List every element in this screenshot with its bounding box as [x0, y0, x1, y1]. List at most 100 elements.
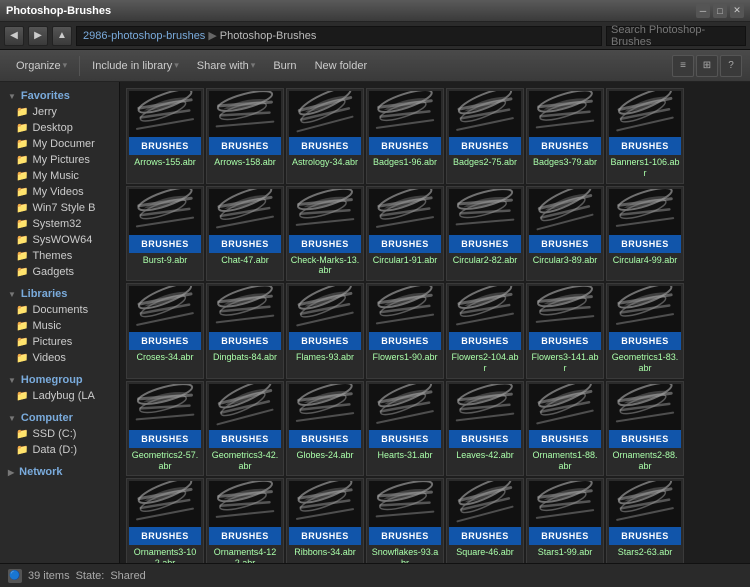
- address-path[interactable]: 2986-photoshop-brushes ▶ Photoshop-Brush…: [76, 26, 602, 46]
- file-item[interactable]: BRUSHES Burst-9.abr: [126, 186, 204, 282]
- file-item[interactable]: BRUSHES Dingbats-84.abr: [206, 283, 284, 379]
- share-chevron: ▾: [251, 60, 256, 71]
- libraries-expand-icon: ▼: [8, 290, 16, 299]
- help-btn[interactable]: ?: [720, 55, 742, 77]
- file-thumbnail: BRUSHES: [129, 91, 201, 155]
- sidebar-item-videos[interactable]: 📁Videos: [0, 350, 119, 366]
- thumb-image: [529, 481, 601, 527]
- file-item[interactable]: BRUSHES Snowflakes-93.abr: [366, 478, 444, 563]
- file-item[interactable]: BRUSHES Leaves-42.abr: [446, 381, 524, 477]
- file-item[interactable]: BRUSHES Circular4-99.abr: [606, 186, 684, 282]
- view-btn-2[interactable]: ⊞: [696, 55, 718, 77]
- file-item[interactable]: BRUSHES Square-46.abr: [446, 478, 524, 563]
- file-thumbnail: BRUSHES: [529, 189, 601, 253]
- organize-button[interactable]: Organize ▾: [8, 57, 75, 75]
- title-bar: Photoshop-Brushes ─ □ ✕: [0, 0, 750, 22]
- sidebar-item-desktop[interactable]: 📁Desktop: [0, 120, 119, 136]
- share-with-button[interactable]: Share with ▾: [189, 57, 264, 75]
- folder-icon: 📁: [16, 187, 28, 198]
- sidebar-item-my-videos[interactable]: 📁My Videos: [0, 184, 119, 200]
- file-item[interactable]: BRUSHES Circular2-82.abr: [446, 186, 524, 282]
- sidebar-item-music[interactable]: 📁Music: [0, 318, 119, 334]
- brush-preview-svg: [449, 286, 521, 332]
- new-folder-button[interactable]: New folder: [307, 57, 376, 75]
- sidebar-item-themes[interactable]: 📁Themes: [0, 248, 119, 264]
- favorites-expand-icon: ▼: [8, 92, 16, 101]
- sidebar-item-syswow64[interactable]: 📁SysWOW64: [0, 232, 119, 248]
- folder-icon: 📁: [16, 123, 28, 134]
- file-name: Ornaments4-122.abr: [209, 545, 281, 563]
- file-item[interactable]: BRUSHES Hearts-31.abr: [366, 381, 444, 477]
- thumb-label: BRUSHES: [129, 332, 201, 350]
- file-item[interactable]: BRUSHES Badges1-96.abr: [366, 88, 444, 184]
- file-item[interactable]: BRUSHES Flames-93.abr: [286, 283, 364, 379]
- file-item[interactable]: BRUSHES Arrows-158.abr: [206, 88, 284, 184]
- file-item[interactable]: BRUSHES Banners1-106.abr: [606, 88, 684, 184]
- brush-preview-svg: [129, 286, 201, 332]
- thumb-label: BRUSHES: [369, 235, 441, 253]
- item-count: 39 items: [28, 570, 70, 582]
- sidebar-item-jerry[interactable]: 📁Jerry: [0, 104, 119, 120]
- thumb-image: [289, 481, 361, 527]
- thumb-image: [449, 384, 521, 430]
- up-button[interactable]: ▲: [52, 26, 72, 46]
- file-item[interactable]: BRUSHES Flowers3-141.abr: [526, 283, 604, 379]
- file-item[interactable]: BRUSHES Ornaments4-122.abr: [206, 478, 284, 563]
- sidebar-item-my-documer[interactable]: 📁My Documer: [0, 136, 119, 152]
- thumb-image: [449, 189, 521, 235]
- file-name: Arrows-158.abr: [213, 155, 277, 170]
- sidebar-item-system32[interactable]: 📁System32: [0, 216, 119, 232]
- thumb-image: [529, 91, 601, 137]
- file-item[interactable]: BRUSHES Badges3-79.abr: [526, 88, 604, 184]
- file-item[interactable]: BRUSHES Stars1-99.abr: [526, 478, 604, 563]
- file-item[interactable]: BRUSHES Circular1-91.abr: [366, 186, 444, 282]
- file-item[interactable]: BRUSHES Flowers1-90.abr: [366, 283, 444, 379]
- thumb-image: [209, 481, 281, 527]
- sidebar-item-ladybug--la[interactable]: 📁Ladybug (LA: [0, 388, 119, 404]
- minimize-button[interactable]: ─: [696, 4, 710, 18]
- file-item[interactable]: BRUSHES Astrology-34.abr: [286, 88, 364, 184]
- file-thumbnail: BRUSHES: [289, 189, 361, 253]
- brush-preview-svg: [129, 189, 201, 235]
- file-name: Circular2-82.abr: [452, 253, 519, 268]
- sidebar-item-pictures[interactable]: 📁Pictures: [0, 334, 119, 350]
- search-box[interactable]: Search Photoshop-Brushes: [606, 26, 746, 46]
- file-item[interactable]: BRUSHES Ornaments3-102.abr: [126, 478, 204, 563]
- file-item[interactable]: BRUSHES Circular3-89.abr: [526, 186, 604, 282]
- sidebar-item-my-music[interactable]: 📁My Music: [0, 168, 119, 184]
- file-item[interactable]: BRUSHES Stars2-63.abr: [606, 478, 684, 563]
- sidebar-item-data--d--[interactable]: 📁Data (D:): [0, 442, 119, 458]
- file-item[interactable]: BRUSHES Globes-24.abr: [286, 381, 364, 477]
- folder-icon: 📁: [16, 139, 28, 150]
- brush-preview-svg: [209, 384, 281, 430]
- file-item[interactable]: BRUSHES Ribbons-34.abr: [286, 478, 364, 563]
- file-item[interactable]: BRUSHES Arrows-155.abr: [126, 88, 204, 184]
- back-button[interactable]: ◀: [4, 26, 24, 46]
- sidebar-item-ssd--c--[interactable]: 📁SSD (C:): [0, 426, 119, 442]
- file-name: Globes-24.abr: [295, 448, 354, 463]
- sidebar-item-gadgets[interactable]: 📁Gadgets: [0, 264, 119, 280]
- file-item[interactable]: BRUSHES Geometrics1-83.abr: [606, 283, 684, 379]
- burn-button[interactable]: Burn: [265, 57, 304, 75]
- thumb-image: [529, 189, 601, 235]
- view-btn-1[interactable]: ≡: [672, 55, 694, 77]
- file-item[interactable]: BRUSHES Geometrics3-42.abr: [206, 381, 284, 477]
- sidebar-item-win7-style-b[interactable]: 📁Win7 Style B: [0, 200, 119, 216]
- toolbar: Organize ▾ Include in library ▾ Share wi…: [0, 50, 750, 82]
- brush-preview-svg: [529, 91, 601, 137]
- file-item[interactable]: BRUSHES Croses-34.abr: [126, 283, 204, 379]
- file-item[interactable]: BRUSHES Badges2-75.abr: [446, 88, 524, 184]
- forward-button[interactable]: ▶: [28, 26, 48, 46]
- file-item[interactable]: BRUSHES Chat-47.abr: [206, 186, 284, 282]
- sidebar-item-documents[interactable]: 📁Documents: [0, 302, 119, 318]
- file-item[interactable]: BRUSHES Check-Marks-13.abr: [286, 186, 364, 282]
- file-item[interactable]: BRUSHES Ornaments1-88.abr: [526, 381, 604, 477]
- file-item[interactable]: BRUSHES Ornaments2-88.abr: [606, 381, 684, 477]
- file-item[interactable]: BRUSHES Geometrics2-57.abr: [126, 381, 204, 477]
- file-item[interactable]: BRUSHES Flowers2-104.abr: [446, 283, 524, 379]
- sidebar-item-my-pictures[interactable]: 📁My Pictures: [0, 152, 119, 168]
- maximize-button[interactable]: □: [713, 4, 727, 18]
- include-in-library-button[interactable]: Include in library ▾: [84, 57, 187, 75]
- close-button[interactable]: ✕: [730, 4, 744, 18]
- view-buttons: ≡ ⊞ ?: [672, 55, 742, 77]
